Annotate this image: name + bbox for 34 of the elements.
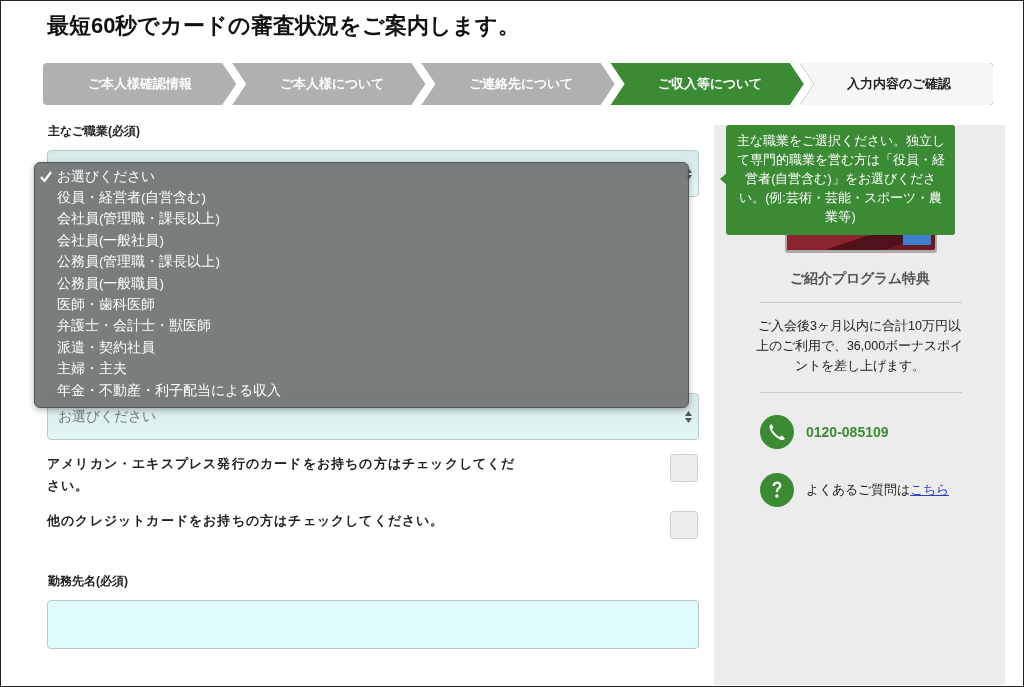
- menu-option[interactable]: お選びください: [35, 166, 688, 188]
- tooltip-pointer-icon: [720, 172, 728, 186]
- progress-step: 入力内容のご確認: [799, 63, 993, 105]
- progress-step: ご連絡先について: [421, 63, 615, 105]
- checkbox[interactable]: [670, 511, 698, 539]
- program-description: ご入会後3ヶ月以内に合計10万円以上のご利用で、36,000ボーナスポイントを差し上げます。: [754, 318, 965, 375]
- question-icon: [760, 473, 794, 507]
- stepper-arrows-icon: [685, 410, 692, 423]
- menu-option[interactable]: 会社員(一般社員): [35, 230, 688, 252]
- placeholder-text: お選びください: [58, 407, 156, 426]
- phone-number: 0120-085109: [806, 424, 889, 440]
- menu-option[interactable]: 医師・歯科医師: [35, 294, 688, 316]
- tooltip: 主な職業をご選択ください。独立して専門的職業を営む方は「役員・経営者(自営含む)」をお選びください。(例:芸術・芸能・スポーツ・農業等): [726, 125, 955, 235]
- faq-link[interactable]: こちら: [910, 482, 949, 497]
- section-title: ご紹介プログラム特典: [788, 270, 931, 288]
- field-label: 主なご職業(必須): [48, 123, 141, 140]
- faq-text: よくあるご質問はこちら: [806, 481, 949, 499]
- page-title: 最短60秒でカードの審査状況をご案内します。: [47, 12, 522, 40]
- phone-icon: [760, 415, 794, 449]
- menu-option[interactable]: 派遣・契約社員: [35, 337, 688, 359]
- menu-option[interactable]: 公務員(管理職・課長以上): [35, 251, 688, 273]
- menu-option[interactable]: 公務員(一般職員): [35, 272, 688, 295]
- checkbox-label: 他のクレジットカードをお持ちの方はチェックしてください。: [47, 512, 446, 530]
- menu-option[interactable]: 役員・経営者(自営含む): [35, 187, 688, 209]
- menu-option[interactable]: 会社員(管理職・課長以上): [35, 208, 688, 231]
- menu-option[interactable]: 主婦・主夫: [35, 358, 688, 380]
- field-label: 勤務先名(必須): [48, 573, 129, 590]
- checkbox-label: アメリカン・エキスプレス発行のカードをお持ちの方はチェックしてください。: [47, 455, 517, 495]
- input-field[interactable]: [47, 600, 699, 649]
- menu-option[interactable]: 弁護士・会計士・獣医師: [35, 315, 688, 338]
- progress-step: ご本人様確認情報: [43, 63, 237, 105]
- checkbox[interactable]: [670, 454, 698, 482]
- progress-step: ご収入等について: [610, 63, 804, 105]
- progress-step: ご本人様について: [232, 63, 426, 105]
